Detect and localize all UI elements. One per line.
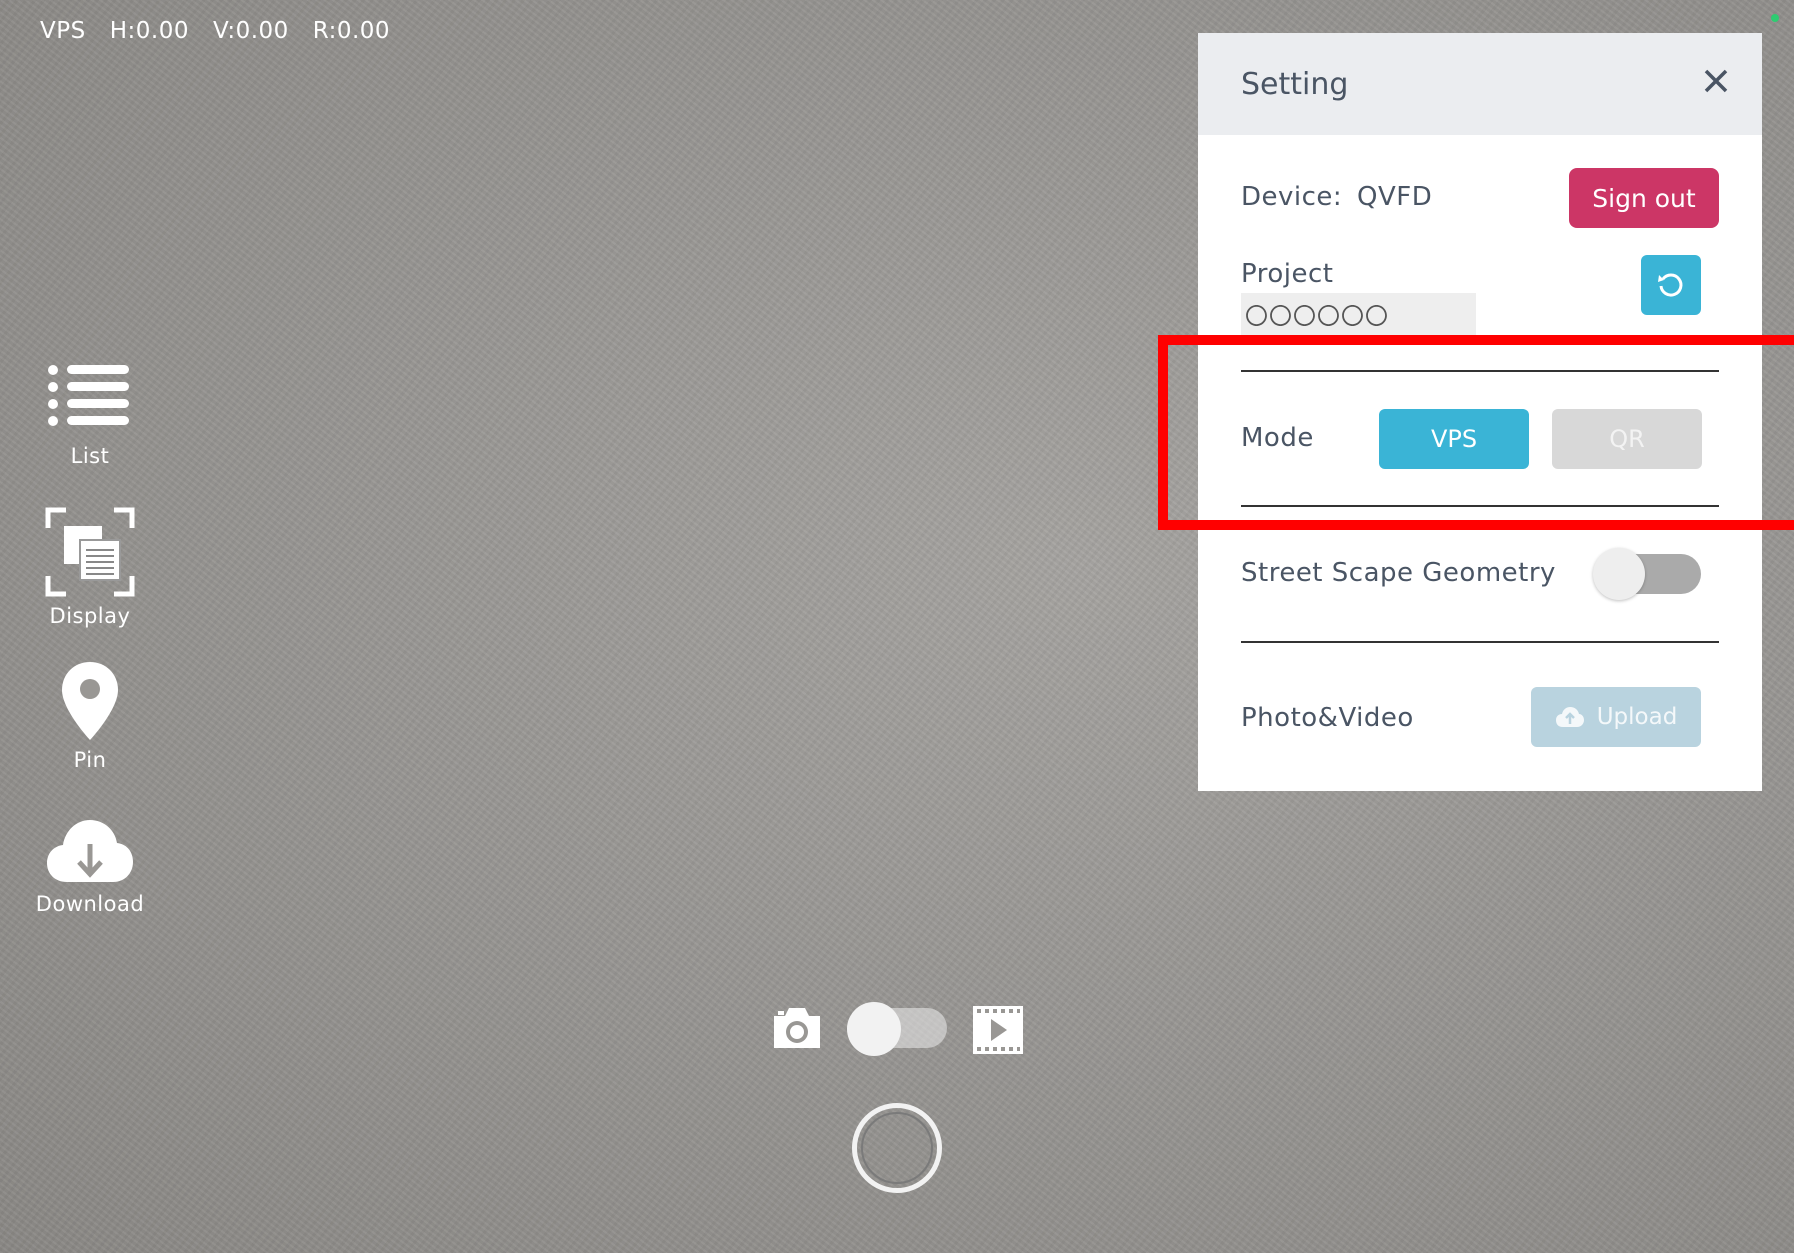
display-scan-icon (45, 507, 135, 597)
download-button[interactable]: Download (0, 818, 180, 916)
sign-out-button[interactable]: Sign out (1569, 168, 1719, 228)
camera-icon[interactable] (770, 1004, 824, 1052)
cloud-download-icon (47, 820, 133, 882)
shutter-button[interactable] (852, 1103, 942, 1193)
project-input[interactable] (1241, 293, 1476, 335)
film-play-icon[interactable] (972, 1005, 1024, 1055)
setting-title: Setting (1241, 67, 1349, 102)
photo-video-label: Photo&Video (1241, 703, 1414, 733)
streetscape-toggle[interactable] (1593, 548, 1701, 600)
status-mode: VPS (40, 18, 86, 44)
map-pin-icon (62, 662, 118, 740)
streetscape-label: Street Scape Geometry (1241, 558, 1556, 588)
status-h: H:0.00 (109, 18, 189, 44)
pose-status-bar: VPS H:0.00 V:0.00 R:0.00 (40, 18, 390, 44)
status-r: R:0.00 (312, 18, 391, 44)
streetscape-toggle-knob (1593, 548, 1645, 600)
list-button[interactable]: List (0, 362, 180, 468)
upload-button[interactable]: Upload (1531, 687, 1701, 747)
upload-label: Upload (1596, 704, 1678, 730)
list-label: List (70, 444, 110, 468)
cloud-upload-icon (1555, 707, 1584, 727)
device-value: QVFD (1357, 182, 1433, 212)
status-indicator-dot (1771, 14, 1779, 22)
mode-highlight-box (1158, 335, 1794, 530)
pin-button[interactable]: Pin (0, 660, 180, 772)
project-label: Project (1241, 259, 1334, 289)
refresh-button[interactable] (1641, 255, 1701, 315)
device-row: Device: QVFD Sign out (1241, 168, 1719, 228)
download-label: Download (35, 892, 145, 916)
photo-video-mode-toggle[interactable] (847, 1002, 947, 1056)
refresh-icon (1658, 273, 1683, 297)
pin-label: Pin (73, 748, 107, 772)
close-icon[interactable] (1696, 61, 1736, 101)
device-label: Device: (1241, 182, 1343, 212)
status-v: V:0.00 (212, 18, 289, 44)
streetscape-row: Street Scape Geometry (1241, 548, 1719, 600)
display-button[interactable]: Display (0, 506, 180, 628)
display-label: Display (49, 604, 131, 628)
divider-3 (1241, 641, 1719, 643)
photo-video-row: Photo&Video Upload (1241, 687, 1719, 747)
setting-header: Setting (1198, 33, 1762, 135)
photo-video-mode-knob (847, 1002, 901, 1056)
project-row: Project (1241, 255, 1719, 345)
list-icon (48, 365, 129, 426)
